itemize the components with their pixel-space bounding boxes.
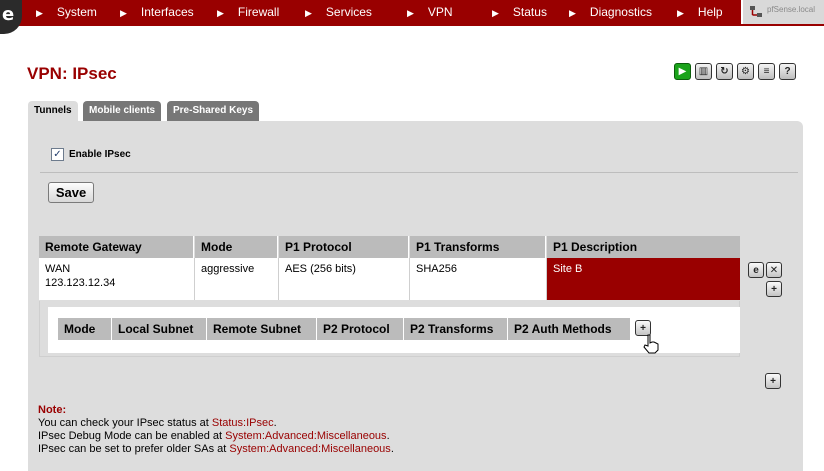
nav-label: Status bbox=[512, 5, 547, 19]
column-header: Local Subnet bbox=[112, 318, 207, 340]
column-header: Remote Gateway bbox=[39, 236, 194, 258]
log-icon[interactable]: ▥ bbox=[695, 63, 712, 80]
column-header: P2 Auth Methods bbox=[508, 318, 630, 340]
nav-firewall[interactable]: ▶ Firewall bbox=[217, 0, 279, 24]
column-header: P2 Protocol bbox=[317, 318, 404, 340]
mode-cell[interactable]: aggressive bbox=[195, 258, 279, 300]
check-icon: ✓ bbox=[53, 149, 62, 160]
protocol-value: AES (256 bits) bbox=[285, 263, 356, 275]
add-phase2-icon[interactable]: + bbox=[766, 281, 782, 297]
protocol-cell[interactable]: AES (256 bits) bbox=[279, 258, 410, 300]
network-icon bbox=[750, 6, 762, 17]
nav-services[interactable]: ▶ Services bbox=[305, 0, 372, 24]
edit-icon[interactable]: e bbox=[748, 262, 764, 278]
play-icon[interactable]: ▶ bbox=[674, 63, 691, 80]
add-phase1-icon[interactable]: + bbox=[765, 373, 781, 389]
nav-label: Diagnostics bbox=[589, 5, 652, 19]
nav-arrow-icon: ▶ bbox=[569, 8, 576, 18]
enable-ipsec-label: Enable IPsec bbox=[69, 149, 131, 160]
nav-label: Firewall bbox=[237, 5, 280, 19]
nav-arrow-icon: ▶ bbox=[492, 8, 499, 18]
gateway-interface: WAN bbox=[45, 263, 71, 275]
mode-value: aggressive bbox=[201, 263, 255, 275]
nav-label: System bbox=[56, 5, 97, 19]
note-line: You can check your IPsec status at Statu… bbox=[38, 417, 277, 429]
note-title: Note: bbox=[38, 404, 67, 416]
nav-interfaces[interactable]: ▶ Interfaces bbox=[120, 0, 194, 24]
advanced-misc-link[interactable]: System:Advanced:Miscellaneous bbox=[225, 430, 386, 442]
delete-icon[interactable]: ✕ bbox=[766, 262, 782, 278]
top-navigation-bar: ▶ System ▶ Interfaces ▶ Firewall ▶ Services … bbox=[0, 0, 824, 26]
nav-arrow-icon: ▶ bbox=[677, 8, 684, 18]
advanced-misc-link[interactable]: System:Advanced:Miscellaneous bbox=[229, 443, 390, 455]
nav-label: Interfaces bbox=[140, 5, 194, 19]
divider bbox=[40, 172, 798, 173]
row-actions: e ✕ + bbox=[746, 262, 786, 302]
column-header: P1 Description bbox=[547, 236, 740, 258]
nav-label: Help bbox=[697, 5, 723, 19]
tab-mobile-clients[interactable]: Mobile clients bbox=[83, 101, 162, 121]
note-line: IPsec can be set to prefer older SAs at … bbox=[38, 443, 394, 455]
column-header: P1 Protocol bbox=[279, 236, 409, 258]
column-header: P2 Transforms bbox=[404, 318, 508, 340]
nav-arrow-icon: ▶ bbox=[407, 8, 414, 18]
nav-system[interactable]: ▶ System bbox=[36, 0, 97, 24]
nav-status[interactable]: ▶ Status bbox=[492, 0, 547, 24]
nav-arrow-icon: ▶ bbox=[217, 8, 224, 18]
tab-tunnels[interactable]: Tunnels bbox=[28, 101, 78, 121]
settings-icon[interactable]: ⚙ bbox=[737, 63, 754, 80]
nav-arrow-icon: ▶ bbox=[36, 8, 43, 18]
column-header: Remote Subnet bbox=[207, 318, 317, 340]
nav-label: Services bbox=[325, 5, 372, 19]
logo-letter: e bbox=[2, 4, 15, 25]
hand-cursor-icon bbox=[643, 334, 659, 354]
gateway-cell[interactable]: WAN 123.123.12.34 bbox=[39, 258, 195, 300]
description-value: Site B bbox=[553, 263, 583, 275]
note-line: IPsec Debug Mode can be enabled at Syste… bbox=[38, 430, 390, 442]
nav-arrow-icon: ▶ bbox=[305, 8, 312, 18]
enable-ipsec-checkbox[interactable]: ✓ bbox=[51, 148, 64, 161]
nav-diagnostics[interactable]: ▶ Diagnostics bbox=[569, 0, 652, 24]
phase1-table: Remote Gateway Mode P1 Protocol P1 Trans… bbox=[39, 236, 740, 301]
logo[interactable]: e bbox=[0, 0, 22, 34]
page-title: VPN: IPsec bbox=[27, 64, 117, 83]
status-ipsec-link[interactable]: Status:IPsec bbox=[212, 417, 274, 429]
column-header: Mode bbox=[195, 236, 278, 258]
transforms-value: SHA256 bbox=[416, 263, 457, 275]
tab-pre-shared-keys[interactable]: Pre-Shared Keys bbox=[167, 101, 260, 121]
header-icon-bar: ▶ ▥ ↻ ⚙ ≡ ? bbox=[674, 63, 796, 80]
save-button[interactable]: Save bbox=[48, 182, 94, 203]
nav-vpn[interactable]: ▶ VPN bbox=[407, 0, 453, 24]
description-cell[interactable]: Site B bbox=[547, 258, 740, 300]
nav-help[interactable]: ▶ Help bbox=[677, 0, 723, 24]
help-icon[interactable]: ? bbox=[779, 63, 796, 80]
column-header: P1 Transforms bbox=[410, 236, 546, 258]
nav-label: VPN bbox=[427, 5, 453, 19]
nav-arrow-icon: ▶ bbox=[120, 8, 127, 18]
gateway-ip: 123.123.12.34 bbox=[45, 277, 116, 289]
restart-icon[interactable]: ↻ bbox=[716, 63, 733, 80]
list-icon[interactable]: ≡ bbox=[758, 63, 775, 80]
hostname-text: pfSense.local bbox=[767, 5, 816, 14]
column-header: Mode bbox=[58, 318, 112, 340]
enable-ipsec-row: ✓ Enable IPsec bbox=[51, 148, 131, 161]
host-info: pfSense.local bbox=[741, 0, 824, 24]
transforms-cell[interactable]: SHA256 bbox=[410, 258, 547, 300]
